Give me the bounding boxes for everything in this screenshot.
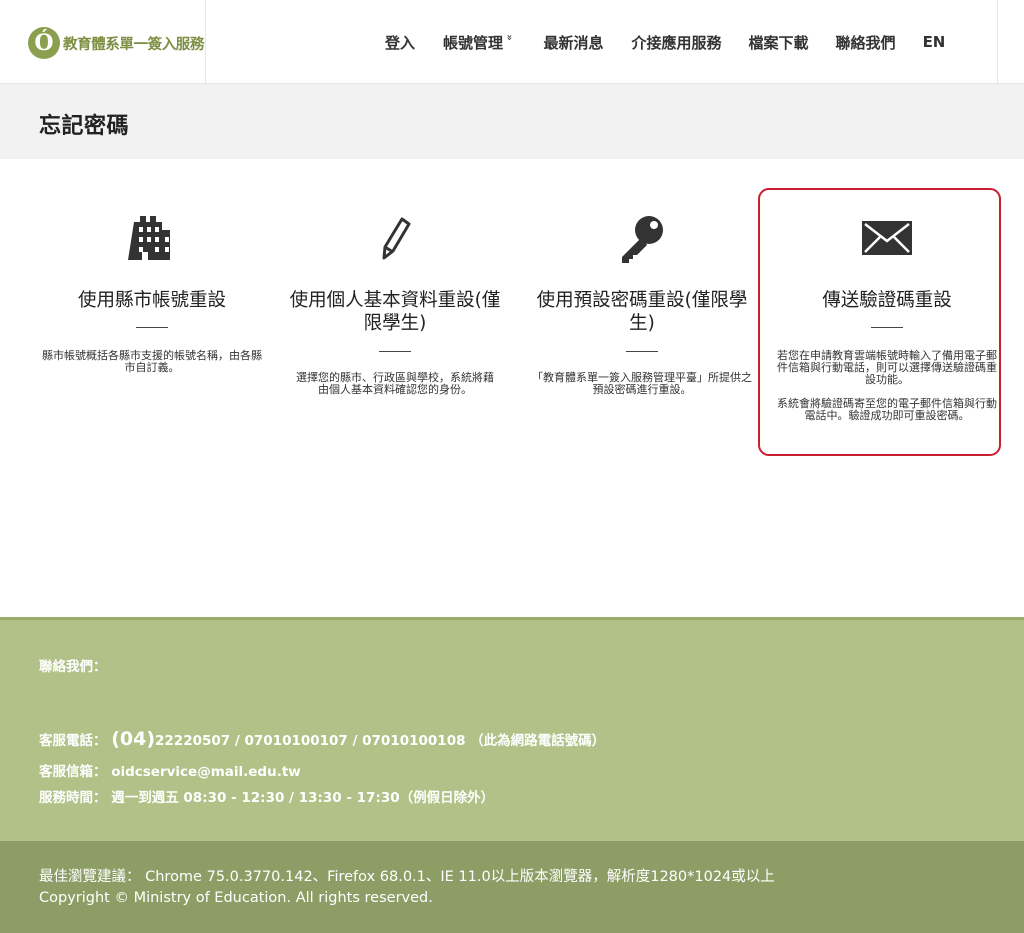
footer-email-label: 客服信箱：	[39, 764, 107, 780]
footer-hours-value: 週一到週五 08:30 - 12:30 / 13:30 - 17:30（例假日除…	[111, 790, 495, 806]
logo-area: Ó 教育體系單一簽入服務	[0, 0, 206, 84]
building-icon	[128, 216, 175, 260]
nav-login[interactable]: 登入	[385, 32, 415, 53]
nav-integration-services[interactable]: 介接應用服務	[632, 32, 722, 53]
reset-option-county-account[interactable]: 使用縣市帳號重設 縣市帳號概括各縣市支援的帳號名稱，由各縣市自訂義。	[37, 200, 267, 400]
page-title: 忘記密碼	[39, 114, 130, 139]
card-description-text: 縣市帳號概括各縣市支援的帳號名稱，由各縣市自訂義。	[42, 349, 262, 374]
card-description-text: 系統會將驗證碼寄至您的電子郵件信箱與行動電話中。驗證成功即可重設密碼。	[777, 397, 997, 422]
reset-option-personal-data[interactable]: 使用個人基本資料重設(僅限學生) 選擇您的縣市、行政區與學校，系統將藉由個人基本…	[288, 200, 502, 420]
card-divider	[379, 351, 411, 352]
card-description-text: 若您在申請教育雲端帳號時輸入了備用電子郵件信箱與行動電話，則可以選擇傳送驗證碼重…	[777, 349, 997, 386]
card-title: 傳送驗證碼重設	[822, 290, 952, 311]
footer-copyright: Copyright © Ministry of Education. All r…	[39, 890, 433, 906]
logo-mark-icon: Ó	[28, 27, 60, 59]
nav-downloads[interactable]: 檔案下載	[749, 32, 809, 53]
card-description: 選擇您的縣市、行政區與學校，系統將藉由個人基本資料確認您的身份。	[288, 372, 502, 396]
footer-hours-label: 服務時間：	[39, 790, 107, 806]
reset-option-default-password[interactable]: 使用預設密碼重設(僅限學生) 「教育體系單一簽入服務管理平臺」所提供之預設密碼進…	[532, 200, 752, 420]
site-logo[interactable]: Ó 教育體系單一簽入服務	[28, 26, 204, 60]
pencil-icon	[382, 217, 411, 260]
card-divider	[871, 327, 903, 328]
card-title: 使用縣市帳號重設	[77, 290, 226, 311]
footer-phone: 客服電話： (04)22220507 / 07010100107 / 07010…	[39, 728, 605, 750]
footer-browser-note: 最佳瀏覽建議： Chrome 75.0.3770.142、Firefox 68.…	[39, 869, 775, 885]
card-divider	[136, 327, 168, 328]
nav-account-management[interactable]: 帳號管理»	[443, 32, 515, 53]
card-title: 使用個人基本資料重設(僅限學生)	[289, 290, 501, 334]
logo-text: 教育體系單一簽入服務	[63, 36, 204, 53]
card-description-text: 「教育體系單一簽入服務管理平臺」所提供之預設密碼進行重設。	[532, 371, 752, 396]
footer-phone-area-code: (04)	[111, 728, 156, 750]
card-description: 「教育體系單一簽入服務管理平臺」所提供之預設密碼進行重設。	[532, 372, 752, 396]
card-description: 縣市帳號概括各縣市支援的帳號名稱，由各縣市自訂義。	[37, 350, 267, 374]
nav-contact[interactable]: 聯絡我們	[836, 32, 896, 53]
nav-language-en[interactable]: EN	[923, 33, 946, 51]
footer-email-address[interactable]: oidcservice@mail.edu.tw	[111, 764, 301, 780]
key-icon	[622, 216, 663, 263]
card-description-text: 選擇您的縣市、行政區與學校，系統將藉由個人基本資料確認您的身份。	[296, 371, 494, 396]
site-header: Ó 教育體系單一簽入服務 登入 帳號管理» 最新消息 介接應用服務 檔案下載 聯…	[0, 0, 1024, 84]
header-divider	[997, 0, 998, 84]
footer-contact-heading: 聯絡我們：	[39, 659, 107, 675]
footer-divider	[0, 617, 1024, 620]
card-title: 使用預設密碼重設(僅限學生)	[536, 290, 748, 334]
footer-email: 客服信箱： oidcservice@mail.edu.tw	[39, 760, 301, 780]
envelope-icon	[862, 221, 912, 255]
reset-option-send-verification-code[interactable]: 傳送驗證碼重設 若您在申請教育雲端帳號時輸入了備用電子郵件信箱與行動電話，則可以…	[772, 200, 1002, 445]
card-description: 若您在申請教育雲端帳號時輸入了備用電子郵件信箱與行動電話，則可以選擇傳送驗證碼重…	[772, 350, 1002, 422]
footer-hours: 服務時間： 週一到週五 08:30 - 12:30 / 13:30 - 17:3…	[39, 786, 494, 806]
footer-bottom-section	[0, 841, 1024, 933]
footer-phone-label: 客服電話：	[39, 733, 107, 749]
page-title-band	[0, 84, 1024, 159]
nav-news[interactable]: 最新消息	[544, 32, 604, 53]
card-divider	[626, 351, 658, 352]
chevron-double-down-icon: »	[503, 33, 515, 41]
main-nav: 登入 帳號管理» 最新消息 介接應用服務 檔案下載 聯絡我們 EN	[385, 0, 945, 84]
footer-phone-numbers: 22220507 / 07010100107 / 07010100108 （此為…	[155, 733, 606, 749]
